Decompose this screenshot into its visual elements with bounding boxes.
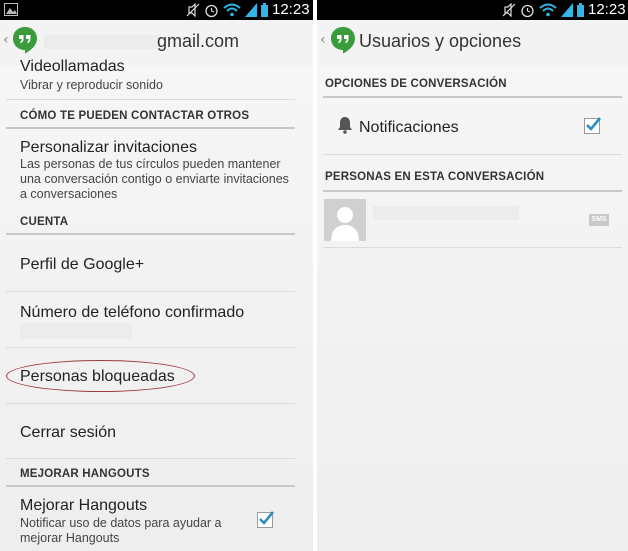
status-bar: 12:23	[0, 0, 313, 20]
status-icons: 12:23	[502, 1, 626, 18]
sign-out-title[interactable]: Cerrar sesión	[20, 424, 116, 442]
right-screen: 12:23 ‹ Usuarios y opciones OPCIONES DE …	[317, 0, 628, 551]
redacted-participant-name	[373, 206, 519, 220]
section-divider	[323, 96, 622, 98]
back-chevron-icon[interactable]: ‹	[3, 32, 9, 48]
custom-invites-title[interactable]: Personalizar invitaciones	[20, 139, 197, 157]
back-chevron-icon[interactable]: ‹	[320, 32, 326, 48]
conversation-options-header: OPCIONES DE CONVERSACIÓN	[325, 78, 507, 90]
redacted-account-name	[44, 35, 159, 49]
google-profile-title[interactable]: Perfil de Google+	[20, 256, 144, 274]
improve-hangouts-subtitle: Notificar uso de datos para ayudar a mej…	[20, 516, 222, 545]
divider	[6, 458, 295, 459]
section-divider	[6, 233, 295, 235]
divider	[6, 403, 295, 404]
alarm-icon	[205, 4, 218, 17]
hangouts-logo-icon[interactable]	[12, 26, 38, 54]
page-title: Usuarios y opciones	[359, 31, 522, 51]
wifi-icon	[539, 3, 557, 17]
people-section-header: PERSONAS EN ESTA CONVERSACIÓN	[325, 171, 545, 183]
wifi-icon	[223, 3, 241, 17]
avatar-icon	[331, 207, 359, 241]
improve-hangouts-checkbox[interactable]	[257, 511, 275, 528]
section-divider	[6, 485, 295, 487]
notifications-title[interactable]: Notificaciones	[359, 119, 459, 137]
sms-badge: SMS	[589, 214, 609, 226]
video-calls-title[interactable]: Videollamadas	[20, 58, 125, 76]
signal-icon	[245, 3, 257, 17]
contact-section-header: CÓMO TE PUEDEN CONTACTAR OTROS	[20, 110, 250, 122]
status-time: 12:23	[588, 1, 626, 18]
bell-icon	[338, 117, 352, 134]
improve-hangouts-title[interactable]: Mejorar Hangouts	[20, 497, 147, 515]
battery-icon	[261, 3, 268, 17]
battery-icon	[577, 3, 584, 17]
check-icon	[586, 117, 602, 131]
divider	[323, 154, 622, 155]
account-section-header: CUENTA	[20, 216, 69, 228]
confirmed-phone-title[interactable]: Número de teléfono confirmado	[20, 304, 244, 322]
image-icon	[4, 3, 18, 16]
status-icons: 12:23	[186, 1, 310, 18]
custom-invites-subtitle: Las personas de tus círculos pueden mant…	[20, 157, 289, 201]
alarm-icon	[521, 4, 534, 17]
mute-icon	[502, 3, 516, 17]
divider	[6, 99, 295, 100]
left-screen: 12:23 ‹ gmail.com Videollamadas Vibrar y…	[0, 0, 313, 551]
section-divider	[323, 190, 622, 192]
divider	[6, 347, 295, 348]
section-divider	[6, 127, 295, 129]
action-bar: ‹ Usuarios y opciones	[317, 20, 628, 66]
notifications-checkbox[interactable]	[584, 117, 602, 134]
check-icon	[259, 511, 275, 525]
status-bar: 12:23	[317, 0, 628, 20]
mute-icon	[186, 3, 200, 17]
redacted-phone-number	[20, 323, 132, 339]
hangouts-logo-icon[interactable]	[330, 26, 356, 54]
blocked-people-title[interactable]: Personas bloqueadas	[20, 368, 175, 386]
divider	[6, 291, 295, 292]
divider	[323, 247, 622, 248]
status-time: 12:23	[272, 1, 310, 18]
improve-section-header: MEJORAR HANGOUTS	[20, 468, 150, 480]
participant-avatar[interactable]	[324, 199, 366, 241]
signal-icon	[561, 3, 573, 17]
video-calls-subtitle: Vibrar y reproducir sonido	[20, 78, 163, 92]
account-title: gmail.com	[157, 31, 240, 51]
